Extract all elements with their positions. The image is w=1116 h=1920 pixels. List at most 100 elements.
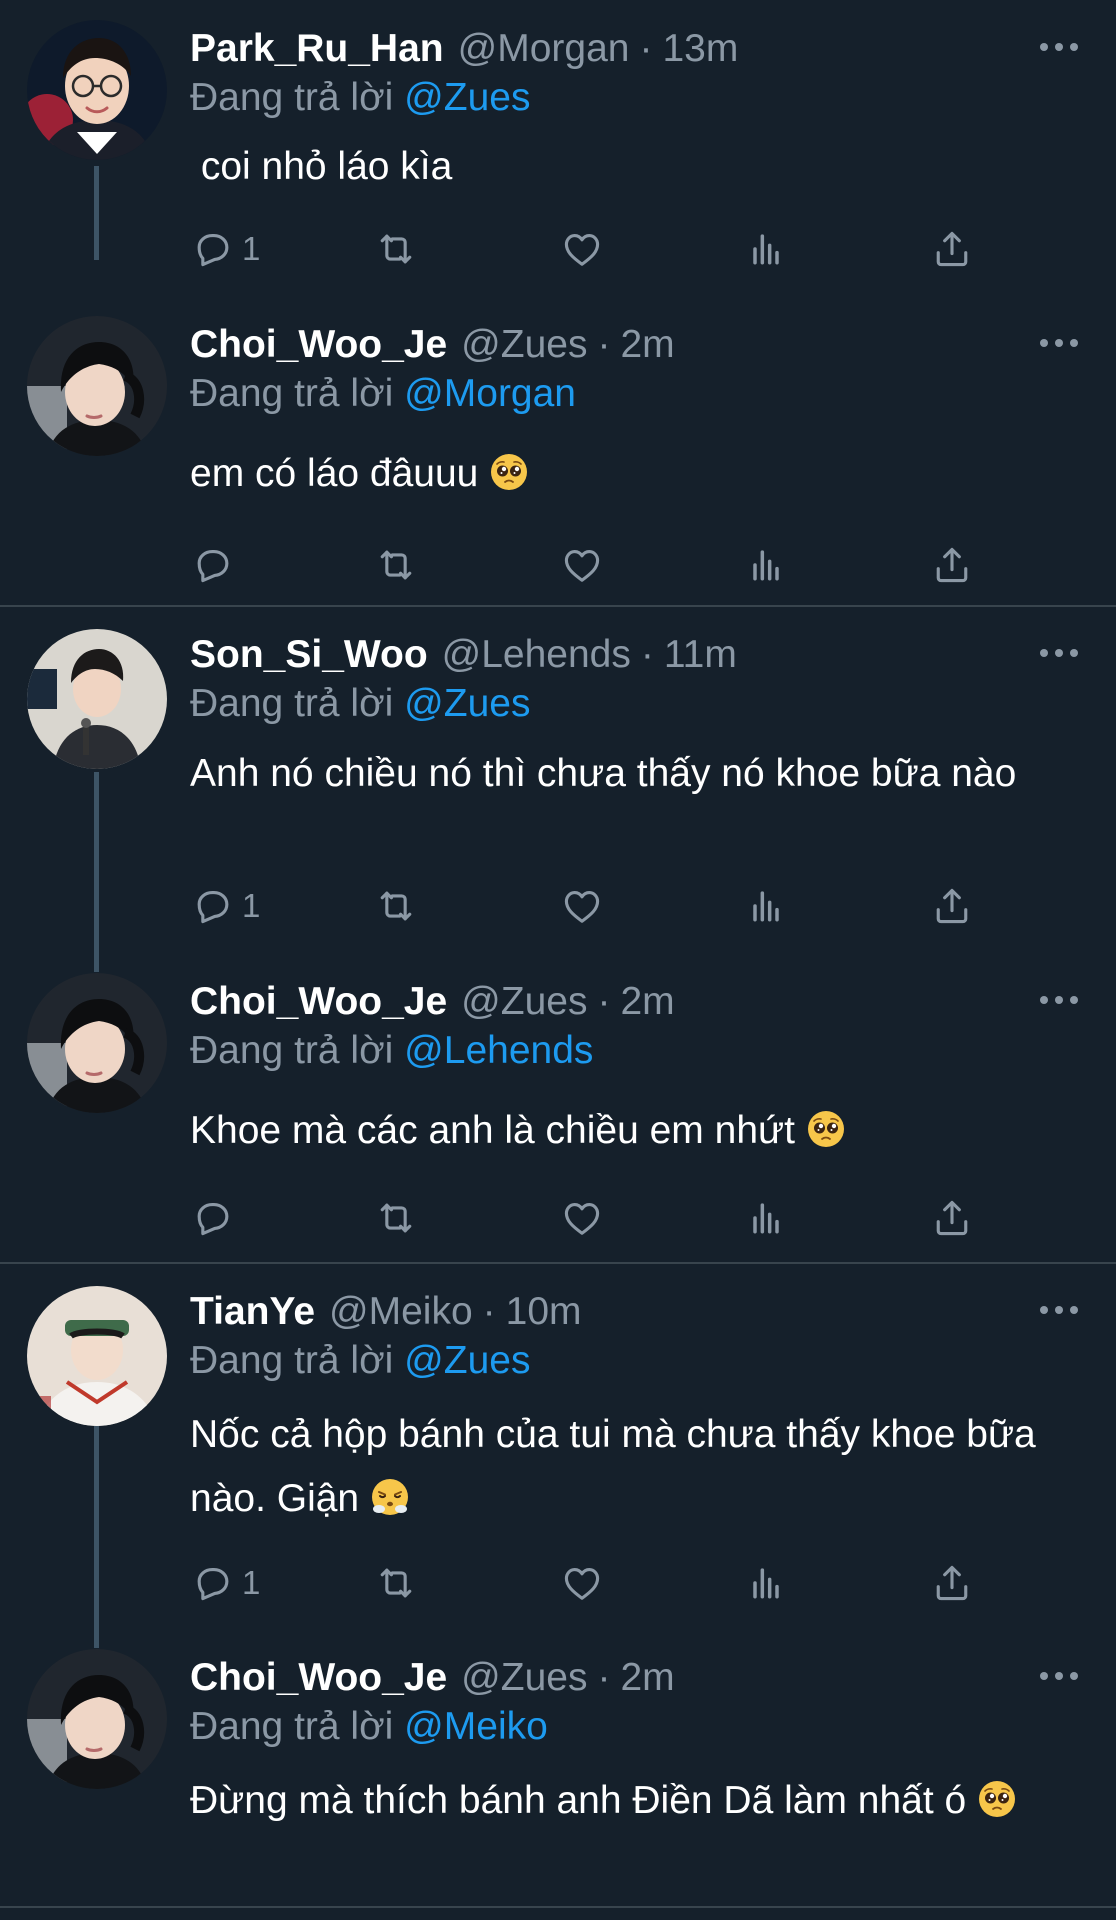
mention-link[interactable]: @Zues [404, 76, 530, 119]
retweet-button[interactable] [374, 540, 418, 590]
replying-to: Đang trả lời @Zues [190, 72, 530, 124]
reply-button[interactable] [190, 540, 234, 590]
display-name[interactable]: Park_Ru_Han [190, 20, 444, 78]
user-handle[interactable]: @Zues [461, 316, 587, 374]
avatar[interactable] [27, 1649, 167, 1789]
separator: · [597, 323, 611, 366]
display-name[interactable]: Choi_Woo_Je [190, 1649, 447, 1707]
share-button[interactable] [930, 1193, 974, 1243]
display-name[interactable]: Choi_Woo_Je [190, 316, 447, 374]
avatar[interactable] [27, 973, 167, 1113]
tweet-text-content: em có láo đâuuu [190, 452, 479, 495]
timestamp[interactable]: 2m [620, 973, 674, 1031]
thread-connector-line [94, 772, 99, 972]
share-button[interactable] [930, 224, 974, 274]
tweet-header: Choi_Woo_Je @Zues · 2m [190, 316, 675, 374]
share-button[interactable] [930, 881, 974, 931]
reply-button[interactable]: 1 [190, 881, 260, 931]
like-icon [560, 227, 604, 271]
like-button[interactable] [560, 1193, 604, 1243]
more-options-icon[interactable] [1040, 1303, 1078, 1317]
replying-label: Đang trả lời [190, 1029, 394, 1072]
separator: · [640, 633, 654, 676]
reply-button[interactable] [190, 1193, 234, 1243]
avatar[interactable] [27, 629, 167, 769]
like-button[interactable] [560, 1558, 604, 1608]
user-handle[interactable]: @Lehends [442, 626, 631, 684]
avatar-choi-woo-je-icon [27, 316, 167, 456]
more-options-icon[interactable] [1040, 993, 1078, 1007]
like-button[interactable] [560, 224, 604, 274]
share-icon [930, 1561, 974, 1605]
timestamp[interactable]: 13m [662, 20, 738, 78]
avatar-park-ru-han-icon [27, 20, 167, 160]
reply-icon [190, 1196, 234, 1240]
retweet-button[interactable] [374, 1193, 418, 1243]
replying-label: Đang trả lời [190, 1705, 394, 1748]
replying-label: Đang trả lời [190, 372, 394, 415]
user-handle[interactable]: @Meiko [329, 1283, 473, 1341]
like-button[interactable] [560, 540, 604, 590]
timestamp[interactable]: 2m [620, 316, 674, 374]
timestamp[interactable]: 2m [620, 1649, 674, 1707]
tweet-text: Khoe mà các anh là chiều em nhứt [190, 1105, 1070, 1157]
avatar[interactable] [27, 316, 167, 456]
reply-count: 1 [242, 230, 261, 267]
tweet-actions [190, 1193, 990, 1243]
views-button[interactable] [744, 881, 788, 931]
tweet-text: Nốc cả hộp bánh của tui mà chưa thấy kho… [190, 1403, 1060, 1531]
retweet-button[interactable] [374, 1558, 418, 1608]
reply-count: 1 [242, 1564, 261, 1601]
display-name[interactable]: Son_Si_Woo [190, 626, 428, 684]
like-button[interactable] [560, 881, 604, 931]
user-handle[interactable]: @Zues [461, 973, 587, 1031]
mention-link[interactable]: @Lehends [404, 1029, 593, 1072]
user-handle[interactable]: @Morgan [458, 20, 630, 78]
views-icon [744, 227, 788, 271]
share-button[interactable] [930, 540, 974, 590]
tweet-text-content: coi nhỏ láo kìa [190, 145, 453, 188]
mention-link[interactable]: @Meiko [404, 1705, 548, 1748]
timestamp[interactable]: 10m [506, 1283, 582, 1341]
face-with-steam-emoji [370, 1477, 410, 1517]
views-button[interactable] [744, 540, 788, 590]
more-options-icon[interactable] [1040, 40, 1078, 54]
thread-connector-line [94, 1426, 99, 1648]
thread-connector-line [94, 166, 99, 260]
more-options-icon[interactable] [1040, 336, 1078, 350]
pleading-face-emoji [977, 1779, 1017, 1819]
mention-link[interactable]: @Zues [404, 1339, 530, 1382]
replying-to: Đang trả lời @Lehends [190, 1025, 593, 1077]
user-handle[interactable]: @Zues [461, 1649, 587, 1707]
display-name[interactable]: Choi_Woo_Je [190, 973, 447, 1031]
mention-link[interactable]: @Zues [404, 682, 530, 725]
reply-icon [190, 543, 234, 587]
reply-icon [190, 884, 234, 928]
retweet-button[interactable] [374, 224, 418, 274]
share-icon [930, 884, 974, 928]
separator: · [482, 1290, 496, 1333]
tweet-text: coi nhỏ láo kìa [190, 141, 1070, 193]
timestamp[interactable]: 11m [664, 626, 737, 684]
replying-label: Đang trả lời [190, 1339, 394, 1382]
avatar[interactable] [27, 20, 167, 160]
retweet-icon [374, 884, 418, 928]
share-icon [930, 543, 974, 587]
tweet-header: TianYe @Meiko · 10m [190, 1283, 582, 1341]
views-icon [744, 543, 788, 587]
avatar[interactable] [27, 1286, 167, 1426]
views-button[interactable] [744, 1558, 788, 1608]
retweet-button[interactable] [374, 881, 418, 931]
views-button[interactable] [744, 1193, 788, 1243]
reply-button[interactable]: 1 [190, 1558, 260, 1608]
share-button[interactable] [930, 1558, 974, 1608]
mention-link[interactable]: @Morgan [404, 372, 576, 415]
views-button[interactable] [744, 224, 788, 274]
retweet-icon [374, 543, 418, 587]
tweet-text-content: Khoe mà các anh là chiều em nhứt [190, 1109, 795, 1152]
reply-button[interactable]: 1 [190, 224, 260, 274]
more-options-icon[interactable] [1040, 1669, 1078, 1683]
more-options-icon[interactable] [1040, 646, 1078, 660]
reply-count: 1 [242, 887, 261, 924]
display-name[interactable]: TianYe [190, 1283, 315, 1341]
